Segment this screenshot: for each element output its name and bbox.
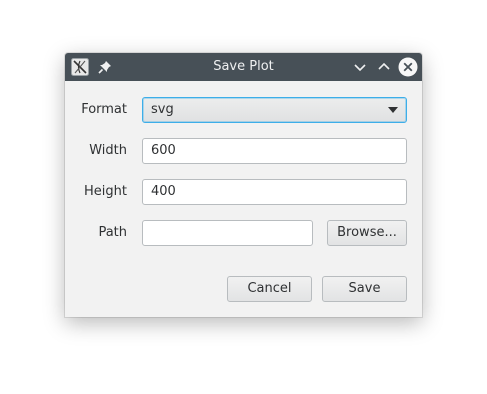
minimize-button[interactable] bbox=[351, 58, 369, 76]
format-value: svg bbox=[151, 102, 174, 117]
save-plot-dialog: Save Plot Format svg Width 600 Height 40… bbox=[65, 53, 422, 317]
close-button[interactable] bbox=[398, 57, 418, 77]
browse-button[interactable]: Browse... bbox=[327, 220, 407, 246]
title-bar[interactable]: Save Plot bbox=[65, 53, 422, 81]
app-icon[interactable] bbox=[71, 58, 89, 76]
cancel-button[interactable]: Cancel bbox=[227, 276, 312, 302]
chevron-down-icon bbox=[388, 107, 398, 113]
height-field[interactable]: 400 bbox=[142, 179, 407, 205]
width-label: Width bbox=[89, 143, 127, 158]
height-label: Height bbox=[84, 184, 127, 199]
format-label: Format bbox=[81, 102, 127, 117]
path-field[interactable] bbox=[142, 220, 313, 246]
save-button[interactable]: Save bbox=[322, 276, 407, 302]
pin-icon[interactable] bbox=[97, 59, 113, 75]
path-label: Path bbox=[98, 225, 127, 240]
format-select[interactable]: svg bbox=[142, 97, 407, 123]
width-field[interactable]: 600 bbox=[142, 138, 407, 164]
maximize-button[interactable] bbox=[375, 58, 393, 76]
